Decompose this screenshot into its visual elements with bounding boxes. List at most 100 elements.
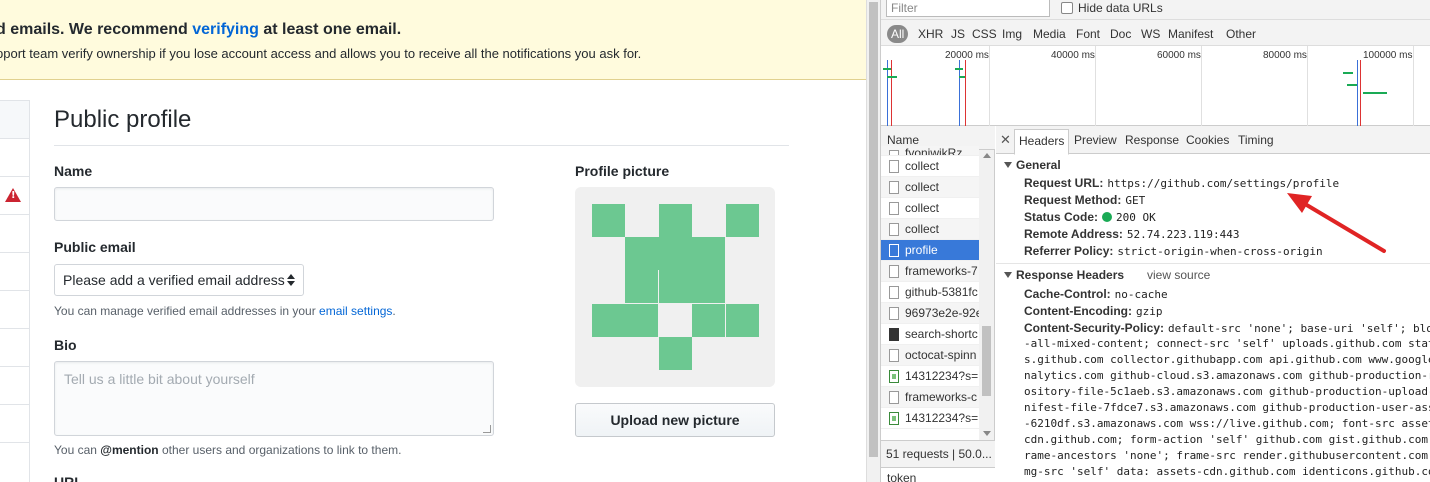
timeline-tick-label: 100000 ms [1363,50,1413,61]
document-file-icon [889,223,899,236]
email-settings-link[interactable]: email settings [319,304,392,318]
timeline-request-bar [1363,92,1387,94]
tab-timing[interactable]: Timing [1238,133,1274,147]
bio-textarea[interactable]: Tell us a little bit about yourself [54,361,494,436]
request-row[interactable]: collect [881,198,979,219]
verifying-link[interactable]: verifying [192,21,259,38]
timeline-tick-label: 60000 ms [1157,50,1201,61]
avatar [575,187,775,387]
type-filter-manifest[interactable]: Manifest [1164,25,1217,43]
request-list: fyonjwikRz collect collect collect collect pr… [881,146,979,429]
request-row[interactable]: 14312234?s=. [881,366,979,387]
sidebar-item[interactable] [0,177,29,215]
banner-subtitle: pport team verify ownership if you lose … [0,46,642,61]
request-row[interactable]: github-5381fc [881,282,979,303]
request-name: github-5381fc [905,285,978,299]
tab-cookies[interactable]: Cookies [1186,133,1229,147]
timeline-tick-label: 80000 ms [1263,50,1307,61]
upload-new-picture-button[interactable]: Upload new picture [575,403,775,437]
email-verification-banner: d emails. We recommend verifying at leas… [0,0,866,80]
csp-continuation-line: rame-ancestors 'none'; frame-src render.… [1024,449,1430,462]
image-file-icon [889,412,899,425]
request-name: 14312234?s=. [905,411,979,425]
request-detail-pane: ✕ Headers Preview Response Cookies Timin… [996,126,1430,482]
request-name: collect [905,180,940,194]
scroll-down-icon[interactable] [983,431,991,436]
page-scrollbar[interactable] [866,0,880,482]
scroll-up-icon[interactable] [983,153,991,158]
sidebar-item[interactable] [0,367,29,405]
request-row[interactable]: collect [881,156,979,177]
sidebar-item[interactable] [0,215,29,253]
type-filter-other[interactable]: Other [1222,25,1260,43]
request-row[interactable]: 14312234?s=. [881,408,979,429]
type-filter-img[interactable]: Img [998,25,1026,43]
request-row-selected[interactable]: profile [881,240,979,261]
sidebar-item[interactable] [0,291,29,329]
request-row[interactable]: fyonjwikRz [881,146,979,156]
public-email-select[interactable]: Please add a verified email address [54,264,304,296]
timeline-gridline [1307,46,1308,126]
csp-continuation-line: -6210df.s3.amazonaws.com wss://live.gith… [1024,417,1430,430]
type-filter-media[interactable]: Media [1029,25,1070,43]
sidebar-item[interactable] [0,329,29,367]
request-row[interactable]: 96973e2e-92e [881,303,979,324]
close-icon[interactable]: ✕ [1000,132,1011,148]
request-name: 14312234?s=. [905,369,979,383]
collapse-triangle-icon [1004,162,1012,168]
request-row[interactable]: search-shortc [881,324,979,345]
type-filter-css[interactable]: CSS [968,25,1001,43]
type-filter-js[interactable]: JS [947,25,969,43]
sidebar-item[interactable] [0,139,29,177]
tab-headers[interactable]: Headers [1014,129,1070,155]
sidebar-item-profile[interactable] [0,101,29,139]
type-filter-xhr[interactable]: XHR [914,25,947,43]
request-row[interactable]: frameworks-7 [881,261,979,282]
content-encoding-row: Content-Encoding: gzip [1024,304,1163,318]
network-summary: 51 requests | 50.0... [881,440,995,467]
general-section-header[interactable]: General [1004,158,1061,172]
section-divider [996,263,1430,264]
banner-title: d emails. We recommend verifying at leas… [0,21,402,38]
filter-input[interactable]: Filter [886,0,1050,17]
page-scrollbar-thumb[interactable] [869,2,878,457]
sidebar-item[interactable] [0,253,29,291]
request-list-scrollbar-thumb[interactable] [982,326,991,396]
response-headers-section-header[interactable]: Response Headers [1004,268,1124,282]
type-filter-all[interactable]: All [887,25,909,43]
public-email-select-value: Please add a verified email address [63,272,285,288]
timeline-gridline [1201,46,1202,126]
type-filter-font[interactable]: Font [1072,25,1104,43]
github-settings-page: d emails. We recommend verifying at leas… [0,0,866,482]
timeline-request-bar [887,76,897,78]
document-file-icon [889,160,899,173]
request-row[interactable]: octocat-spinn [881,345,979,366]
sidebar-item[interactable] [0,405,29,443]
profile-picture-label: Profile picture [575,163,670,179]
request-name: collect [905,222,940,236]
request-list-scrollbar[interactable] [979,150,994,440]
devtools-network-panel: Filter Hide data URLs All XHR JS CSS Img… [880,0,1430,482]
type-filter-doc[interactable]: Doc [1106,25,1135,43]
request-name: fyonjwikRz [905,146,963,156]
document-file-icon [889,286,899,299]
timeline-request-bar [883,68,891,70]
request-row[interactable]: collect [881,219,979,240]
tab-preview[interactable]: Preview [1074,133,1117,147]
network-overview-timeline[interactable]: 20000 ms 40000 ms 60000 ms 80000 ms 1000… [881,46,1430,126]
resize-handle-icon[interactable] [483,425,491,433]
request-row[interactable]: collect [881,177,979,198]
type-filter-ws[interactable]: WS [1137,25,1164,43]
tab-response[interactable]: Response [1125,133,1179,147]
csp-continuation-line: mg-src 'self' data: assets-cdn.github.co… [1024,465,1430,478]
select-arrows-icon [287,273,295,287]
request-row[interactable]: frameworks-c [881,387,979,408]
document-file-icon [889,265,899,278]
hide-data-urls-checkbox[interactable] [1061,2,1073,14]
name-field[interactable] [54,187,494,221]
csp-continuation-line: ository-file-5c1aeb.s3.amazonaws.com git… [1024,385,1430,398]
view-source-link[interactable]: view source [1147,268,1210,282]
email-note: You can manage verified email addresses … [54,304,396,318]
name-label: Name [54,163,93,179]
resource-type-filter: All XHR JS CSS Img Media Font Doc WS Man… [881,20,1430,46]
